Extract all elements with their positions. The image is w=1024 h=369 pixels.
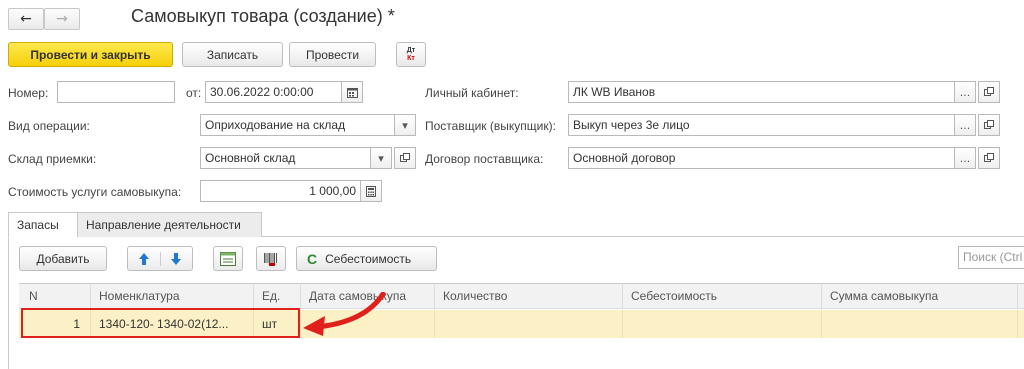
cost-price-button[interactable]: C Себестоимость bbox=[296, 246, 437, 271]
column-header-quantity[interactable]: Количество bbox=[435, 283, 623, 309]
number-label: Номер: bbox=[8, 86, 49, 100]
column-header-item[interactable]: Номенклатура bbox=[91, 283, 254, 309]
search-input[interactable]: Поиск (Ctrl bbox=[958, 246, 1024, 269]
open-icon[interactable] bbox=[978, 114, 1000, 136]
date-field[interactable]: 30.06.2022 0:00:00 bbox=[205, 81, 342, 103]
cell-cost[interactable] bbox=[623, 310, 822, 338]
cell-quantity[interactable] bbox=[435, 310, 623, 338]
forward-button[interactable]: → bbox=[44, 8, 80, 30]
move-buttons bbox=[127, 246, 193, 271]
cost-field[interactable]: 1 000,00 bbox=[200, 180, 361, 202]
arrow-up-icon[interactable] bbox=[128, 251, 161, 266]
supplier-field[interactable]: Выкуп через 3е лицо bbox=[568, 114, 955, 136]
column-header-cost[interactable]: Себестоимость bbox=[623, 283, 822, 309]
supplier-select-button[interactable]: ... bbox=[954, 114, 976, 136]
open-icon[interactable] bbox=[978, 147, 1000, 169]
cabinet-label: Личный кабинет: bbox=[425, 86, 519, 100]
dtkt-report-button[interactable]: Дт Кт bbox=[396, 42, 426, 67]
cell-sum[interactable] bbox=[822, 310, 1018, 338]
tab-activity-direction[interactable]: Направление деятельности bbox=[77, 212, 262, 237]
back-arrow-icon: ← bbox=[20, 11, 32, 27]
dt-icon-label: Дт bbox=[406, 46, 416, 54]
annotation-arrow-icon bbox=[303, 292, 386, 336]
cost-label: Стоимость услуги самовыкупа: bbox=[8, 185, 182, 199]
chevron-down-icon[interactable]: ▾ bbox=[394, 114, 416, 136]
warehouse-select[interactable]: Основной склад bbox=[200, 147, 371, 169]
date-from-label: от: bbox=[186, 86, 202, 100]
warehouse-label: Склад приемки: bbox=[8, 152, 97, 166]
add-button[interactable]: Добавить bbox=[19, 246, 107, 271]
arrow-down-icon[interactable] bbox=[161, 252, 193, 266]
highlight-box bbox=[21, 308, 300, 338]
save-button[interactable]: Записать bbox=[182, 42, 283, 67]
tab-inventory[interactable]: Запасы bbox=[8, 212, 78, 238]
cabinet-field[interactable]: ЛК WB Иванов bbox=[568, 81, 955, 103]
open-icon[interactable] bbox=[978, 81, 1000, 103]
calculator-icon[interactable] bbox=[360, 180, 382, 202]
post-button[interactable]: Провести bbox=[289, 42, 376, 67]
calendar-icon[interactable] bbox=[341, 81, 363, 103]
kt-icon-label: Кт bbox=[407, 54, 415, 62]
open-icon[interactable] bbox=[394, 147, 416, 169]
operation-type-label: Вид операции: bbox=[8, 119, 90, 133]
cabinet-select-button[interactable]: ... bbox=[954, 81, 976, 103]
number-field[interactable] bbox=[57, 81, 175, 103]
fill-table-icon[interactable] bbox=[213, 246, 243, 271]
page-title: Самовыкуп товара (создание) * bbox=[131, 6, 395, 26]
forward-arrow-icon: → bbox=[56, 11, 68, 27]
supplier-label: Поставщик (выкупщик): bbox=[425, 119, 556, 133]
refresh-icon: C bbox=[307, 250, 318, 267]
chevron-down-icon[interactable]: ▾ bbox=[370, 147, 392, 169]
column-header-unit[interactable]: Ед. bbox=[254, 283, 301, 309]
column-header-sum[interactable]: Сумма самовыкупа bbox=[822, 283, 1018, 309]
contract-label: Договор поставщика: bbox=[425, 152, 544, 166]
contract-select-button[interactable]: ... bbox=[954, 147, 976, 169]
operation-type-select[interactable]: Оприходование на склад bbox=[200, 114, 395, 136]
barcode-icon[interactable] bbox=[256, 246, 286, 271]
back-button[interactable]: ← bbox=[8, 8, 44, 30]
cost-price-label: Себестоимость bbox=[325, 251, 412, 266]
contract-field[interactable]: Основной договор bbox=[568, 147, 955, 169]
column-header-n[interactable]: N bbox=[19, 283, 91, 309]
post-and-close-button[interactable]: Провести и закрыть bbox=[8, 42, 173, 67]
